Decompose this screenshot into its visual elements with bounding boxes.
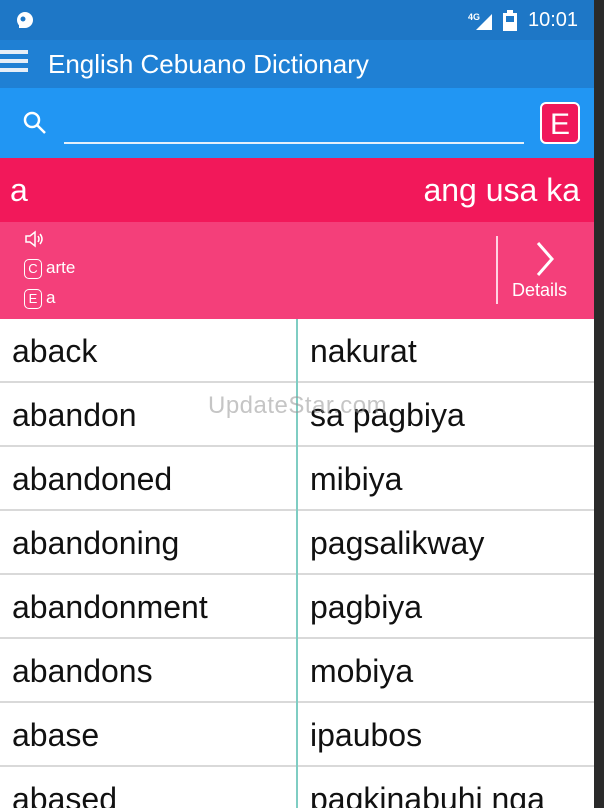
cebuano-word: nakurat xyxy=(310,333,417,369)
app-bar: English Cebuano Dictionary xyxy=(0,40,594,88)
details-label: Details xyxy=(512,280,568,300)
menu-icon[interactable] xyxy=(0,50,28,76)
english-text: a xyxy=(46,288,56,307)
chevron-right-icon xyxy=(536,242,554,276)
english-word: abased xyxy=(12,781,117,808)
clock: 10:01 xyxy=(528,9,579,31)
column-divider xyxy=(296,319,298,808)
screen-edge xyxy=(594,0,604,808)
speaker-icon[interactable] xyxy=(24,230,46,248)
app-title: English Cebuano Dictionary xyxy=(48,49,369,79)
selected-translation: ang usa ka xyxy=(423,172,580,208)
english-word: abandonment xyxy=(12,589,208,625)
english-word: abandoned xyxy=(12,461,173,497)
cebuano-word: pagkinabuhi nga xyxy=(310,781,545,808)
search-input[interactable] xyxy=(64,102,524,144)
search-icon xyxy=(23,111,46,134)
english-word: abandon xyxy=(12,397,137,433)
cebuano-word: mobiya xyxy=(310,653,414,689)
cebuano-word: sa pagbiya xyxy=(310,397,465,433)
english-badge: E xyxy=(24,288,42,309)
english-pronunciation: Ea xyxy=(24,288,55,309)
english-word: abandons xyxy=(12,653,153,689)
details-button[interactable]: Details xyxy=(504,238,586,310)
cebuano-word: pagbiya xyxy=(310,589,423,625)
language-toggle-button[interactable]: E xyxy=(540,102,580,144)
selected-word-banner: a ang usa ka xyxy=(0,158,594,222)
english-word: abase xyxy=(12,717,100,753)
english-word: aback xyxy=(12,333,98,369)
signal-icon xyxy=(476,14,492,30)
details-divider xyxy=(496,236,498,304)
word-detail-panel: Carte Ea Details xyxy=(0,222,594,319)
cebuano-word: mibiya xyxy=(310,461,403,497)
status-bar: 4G 10:01 xyxy=(0,0,594,40)
battery-icon xyxy=(503,10,517,31)
search-bar: E xyxy=(0,88,594,158)
word-list: aback nakurat abandon sa pagbiya abandon… xyxy=(0,319,594,808)
cebuano-text: arte xyxy=(46,258,76,277)
english-word: abandoning xyxy=(12,525,180,561)
notification-icon xyxy=(17,12,33,28)
cebuano-word: ipaubos xyxy=(310,717,423,753)
app-screen: 4G 10:01 English Cebuano Dictionary E a … xyxy=(0,0,594,808)
cebuano-badge: C xyxy=(24,258,42,279)
cebuano-word: pagsalikway xyxy=(310,525,485,561)
cebuano-pronunciation: Carte xyxy=(24,258,75,279)
selected-word: a xyxy=(10,172,28,208)
